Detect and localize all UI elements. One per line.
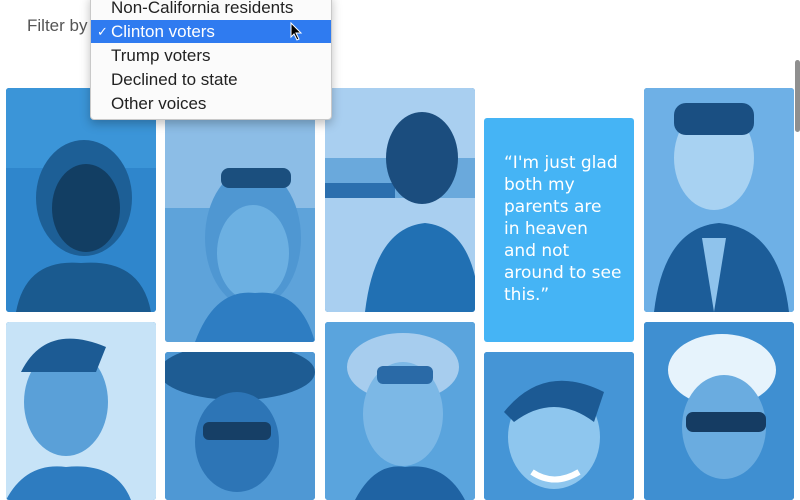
voter-photo-card[interactable]: [6, 88, 156, 312]
voter-photo-card[interactable]: [165, 352, 315, 500]
menu-option-other-voices[interactable]: Other voices: [91, 92, 331, 115]
menu-option-trump-voters[interactable]: Trump voters: [91, 44, 331, 67]
menu-option-label: Declined to state: [111, 70, 238, 89]
portrait-image: [165, 88, 315, 342]
voter-photo-card[interactable]: [6, 322, 156, 500]
portrait-image: [644, 322, 794, 500]
menu-option-label: Non-California residents: [111, 0, 294, 17]
portrait-image: [484, 352, 634, 500]
menu-option-label: Other voices: [111, 94, 207, 113]
portrait-image: [165, 352, 315, 500]
menu-option-label: Clinton voters: [111, 22, 215, 41]
portrait-image: [6, 322, 156, 500]
filter-label: Filter by: [27, 16, 88, 35]
quote-text: “I'm just glad both my parents are in he…: [504, 153, 622, 305]
filter-dropdown-menu[interactable]: Non-California residents ✓ Clinton voter…: [90, 0, 332, 120]
voter-photo-card[interactable]: [644, 88, 794, 312]
voter-photo-card[interactable]: [165, 88, 315, 342]
menu-option-non-california-residents[interactable]: Non-California residents: [91, 0, 331, 19]
quote-card[interactable]: “I'm just glad both my parents are in he…: [484, 118, 634, 342]
menu-option-label: Trump voters: [111, 46, 211, 65]
scrollbar[interactable]: [795, 60, 800, 132]
menu-option-declined-to-state[interactable]: Declined to state: [91, 68, 331, 91]
portrait-image: [325, 322, 475, 500]
checkmark-icon: ✓: [97, 24, 108, 39]
voter-photo-card[interactable]: [325, 88, 475, 312]
pointer-cursor-icon: [290, 22, 303, 41]
voter-photo-card[interactable]: [644, 322, 794, 500]
portrait-image: [644, 88, 794, 312]
voter-photo-card[interactable]: [484, 352, 634, 500]
portrait-image: [325, 88, 475, 312]
voter-photo-card[interactable]: [325, 322, 475, 500]
portrait-image: [6, 88, 156, 312]
